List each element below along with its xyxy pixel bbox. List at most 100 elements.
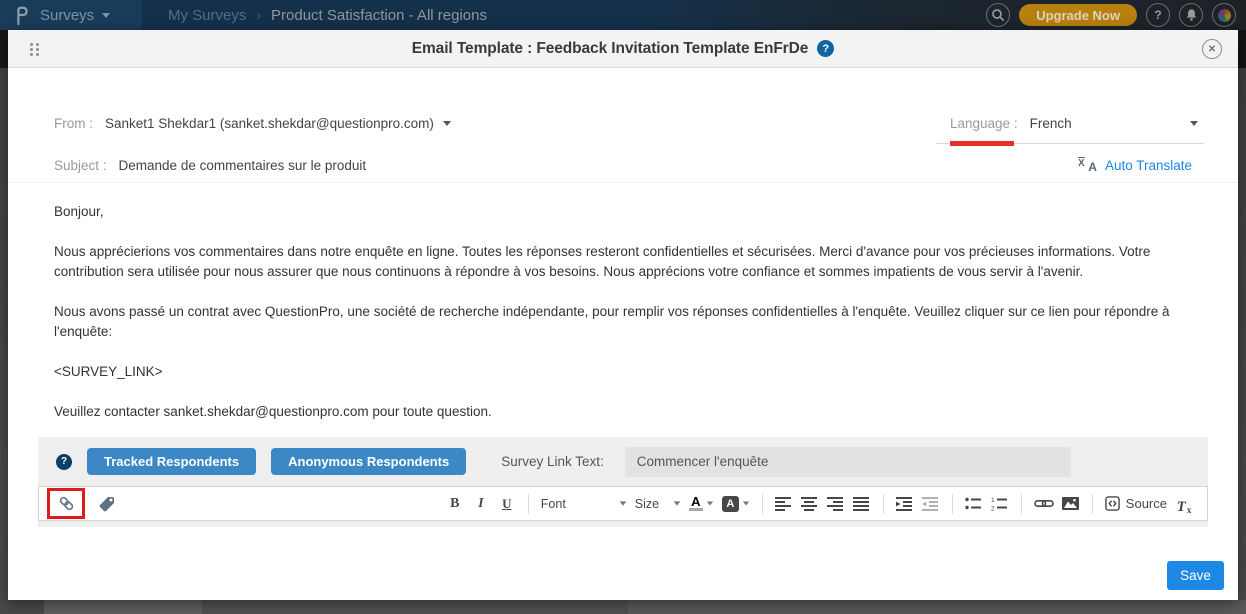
auto-translate-label: Auto Translate — [1105, 158, 1192, 173]
align-center-icon — [801, 497, 818, 511]
numbered-list-button[interactable]: 12 — [991, 492, 1009, 516]
product-menu[interactable]: Surveys — [0, 0, 142, 30]
title-help-icon[interactable]: ? — [817, 40, 834, 57]
highlight-annotation-box — [47, 488, 85, 519]
email-body-editor[interactable]: Bonjour, Nous apprécierions vos commenta… — [54, 183, 1192, 433]
question-mark-icon: ? — [1154, 8, 1161, 22]
language-select[interactable]: Language : French — [936, 104, 1204, 144]
toolbar-separator — [952, 494, 953, 514]
chevron-down-icon — [619, 501, 626, 505]
anonymous-respondents-button[interactable]: Anonymous Respondents — [271, 448, 466, 475]
text-color-button[interactable]: A — [689, 496, 714, 511]
chain-link-icon — [57, 494, 76, 513]
align-left-button[interactable] — [775, 492, 793, 516]
align-right-icon — [827, 497, 844, 511]
underline-button[interactable]: U — [498, 492, 516, 516]
source-label: Source — [1126, 496, 1167, 511]
subject-row: Subject : Demande de commentaires sur le… — [54, 148, 1192, 182]
respondents-row: ? Tracked Respondents Anonymous Responde… — [38, 437, 1208, 486]
overlay-right-margin — [1238, 30, 1246, 600]
respondents-help-icon[interactable]: ? — [56, 454, 72, 470]
whats-new-button[interactable] — [1212, 3, 1236, 27]
breadcrumb-my-surveys[interactable]: My Surveys — [168, 7, 246, 24]
drag-handle-icon[interactable] — [30, 43, 39, 57]
italic-button[interactable]: I — [472, 492, 490, 516]
language-active-underline — [950, 141, 1014, 146]
bold-button[interactable]: B — [446, 492, 464, 516]
subject-label: Subject : — [54, 158, 107, 173]
from-label: From : — [54, 116, 93, 131]
align-right-button[interactable] — [827, 492, 845, 516]
toolbar-separator — [883, 494, 884, 514]
survey-link-text-input[interactable] — [625, 447, 1071, 477]
body-paragraph: Veuillez contacter sanket.shekdar@questi… — [54, 402, 1192, 422]
language-label: Language : — [950, 116, 1018, 131]
dialog-title: Email Template : Feedback Invitation Tem… — [412, 40, 834, 58]
text-color-icon: A — [689, 496, 703, 511]
increase-indent-icon — [896, 497, 913, 511]
auto-translate-button[interactable]: XA Auto Translate — [1078, 157, 1192, 173]
overlay-left-margin — [0, 30, 8, 600]
decrease-indent-button — [922, 492, 940, 516]
tag-icon — [98, 495, 116, 513]
chevron-down-icon — [707, 502, 713, 506]
breadcrumb-current-survey: Product Satisfaction - All regions — [271, 7, 487, 24]
email-template-dialog: Email Template : Feedback Invitation Tem… — [8, 30, 1238, 600]
chevron-down-icon — [102, 13, 110, 18]
from-dropdown-caret-icon[interactable] — [443, 121, 451, 126]
top-navigation-bar: Surveys My Surveys › Product Satisfactio… — [0, 0, 1246, 30]
insert-image-button[interactable] — [1062, 492, 1080, 516]
align-justify-button[interactable] — [853, 492, 871, 516]
editor-toolbar: B I U Font Size A — [38, 486, 1208, 521]
subject-value[interactable]: Demande de commentaires sur le produit — [119, 158, 367, 173]
questionpro-logo-icon — [14, 5, 30, 25]
toolbar-separator — [1092, 494, 1093, 514]
overlay-bottom-strip — [0, 600, 1246, 614]
link-icon — [1034, 498, 1054, 509]
respondents-panel: ? Tracked Respondents Anonymous Responde… — [38, 437, 1208, 527]
source-button[interactable]: Source — [1105, 496, 1167, 511]
body-paragraph: Bonjour, — [54, 202, 1192, 222]
insert-link-button[interactable] — [1034, 492, 1054, 516]
decrease-indent-icon — [922, 497, 939, 511]
breadcrumb: My Surveys › Product Satisfaction - All … — [168, 0, 487, 30]
align-left-icon — [775, 497, 792, 511]
source-icon — [1105, 496, 1120, 511]
search-button[interactable] — [986, 3, 1010, 27]
body-paragraph: <SURVEY_LINK> — [54, 362, 1192, 382]
upgrade-now-button[interactable]: Upgrade Now — [1019, 4, 1137, 26]
image-icon — [1062, 497, 1079, 510]
background-color-icon: A — [722, 496, 739, 512]
language-dropdown-caret-icon — [1190, 121, 1198, 126]
translate-icon: XA — [1078, 157, 1097, 173]
svg-text:1: 1 — [991, 497, 995, 504]
insert-tag-button[interactable] — [98, 495, 116, 513]
body-paragraph: Nous apprécierions vos commentaires dans… — [54, 242, 1192, 282]
product-menu-label: Surveys — [40, 7, 94, 24]
size-dropdown[interactable]: Size — [635, 497, 681, 511]
toolbar-separator — [1021, 494, 1022, 514]
increase-indent-button[interactable] — [896, 492, 914, 516]
help-button[interactable]: ? — [1146, 3, 1170, 27]
whats-new-icon — [1218, 9, 1231, 22]
align-center-button[interactable] — [801, 492, 819, 516]
insert-survey-link-button[interactable] — [57, 494, 76, 513]
align-justify-icon — [853, 497, 870, 511]
notifications-button[interactable] — [1179, 3, 1203, 27]
numbered-list-icon: 12 — [991, 497, 1008, 511]
tracked-respondents-button[interactable]: Tracked Respondents — [87, 448, 256, 475]
from-value[interactable]: Sanket1 Shekdar1 (sanket.shekdar@questio… — [105, 116, 434, 131]
remove-format-button[interactable]: Tx — [1175, 492, 1193, 516]
save-button[interactable]: Save — [1167, 561, 1224, 590]
chevron-down-icon — [743, 502, 749, 506]
background-color-button[interactable]: A — [722, 496, 750, 512]
close-icon[interactable] — [1202, 39, 1222, 59]
toolbar-separator — [528, 494, 529, 514]
bulleted-list-button[interactable] — [965, 492, 983, 516]
body-paragraph: Nous avons passé un contrat avec Questio… — [54, 302, 1192, 342]
font-dropdown[interactable]: Font — [541, 497, 627, 511]
language-value: French — [1030, 116, 1072, 131]
toolbar-separator — [762, 494, 763, 514]
bell-icon — [1185, 8, 1198, 22]
bulleted-list-icon — [965, 497, 982, 511]
